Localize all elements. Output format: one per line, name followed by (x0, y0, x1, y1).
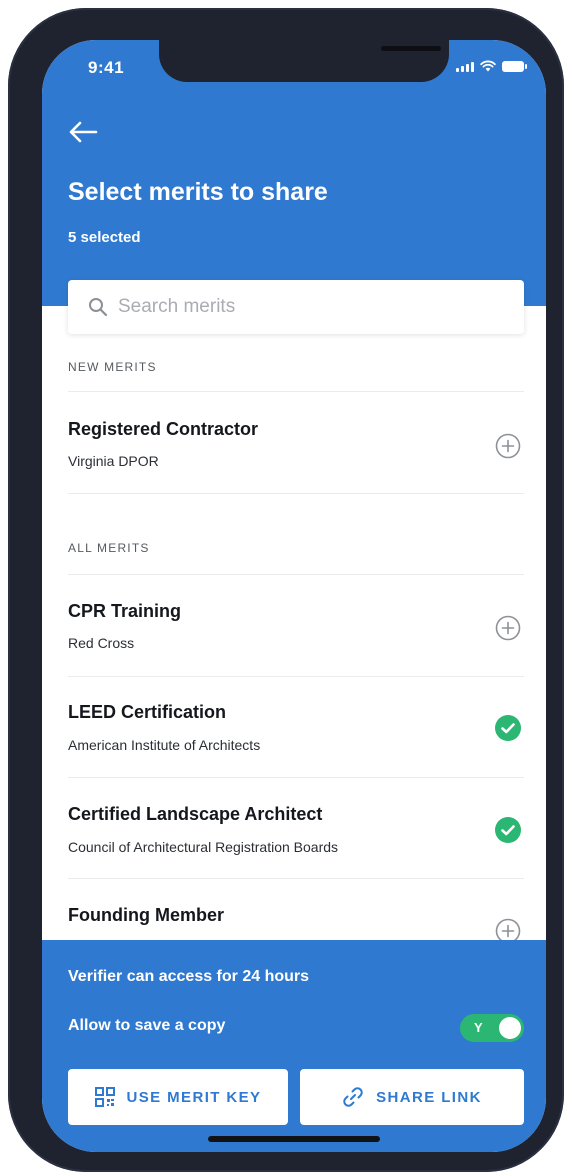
merit-title: LEED Certification (68, 702, 227, 722)
divider (68, 574, 524, 575)
link-icon (343, 1087, 363, 1107)
share-link-button[interactable]: SHARE LINK (300, 1069, 524, 1125)
back-button[interactable] (68, 120, 104, 150)
use-merit-key-button[interactable]: USE MERIT KEY (68, 1069, 288, 1125)
divider (68, 676, 524, 677)
app-screen: 9:41 Select merits to share 5 selected S… (42, 40, 546, 1152)
page-title: Select merits to share (68, 178, 328, 206)
share-link-label: SHARE LINK (376, 1088, 482, 1106)
divider (68, 391, 524, 392)
arrow-left-icon (69, 121, 98, 143)
merit-issuer: American Institute of Architects (68, 737, 261, 753)
merit-issuer: Council of Architectural Registration Bo… (68, 839, 339, 855)
phone-frame: 9:41 Select merits to share 5 selected S… (8, 8, 564, 1172)
home-indicator[interactable] (208, 1136, 380, 1142)
check-circle-icon[interactable] (495, 715, 521, 741)
section-label-new: NEW MERITS (68, 360, 157, 374)
section-label-all: ALL MERITS (68, 541, 150, 555)
divider (68, 777, 524, 778)
device-notch (159, 40, 449, 82)
search-bar[interactable] (68, 280, 524, 334)
divider (68, 493, 524, 494)
merit-title: Certified Landscape Architect (68, 804, 323, 824)
merit-title: Registered Contractor (68, 419, 259, 439)
merit-issuer: Virginia DPOR (68, 453, 159, 469)
speaker-grille (381, 46, 441, 51)
save-copy-toggle[interactable]: Y (460, 1014, 524, 1042)
merit-title: CPR Training (68, 601, 182, 621)
signal-icon (456, 62, 474, 72)
check-circle-icon[interactable] (495, 817, 521, 843)
toggle-state-label: Y (474, 1020, 483, 1035)
toggle-knob (499, 1017, 521, 1039)
battery-icon (502, 61, 527, 72)
merit-issuer: Red Cross (68, 635, 135, 651)
save-copy-label: Allow to save a copy (68, 1017, 226, 1034)
merit-title: Founding Member (68, 905, 224, 925)
status-icons (456, 60, 527, 72)
use-merit-key-label: USE MERIT KEY (126, 1088, 262, 1106)
selected-count: 5 selected (68, 229, 141, 246)
plus-circle-icon[interactable] (495, 615, 521, 641)
qr-code-icon (94, 1087, 115, 1107)
divider (68, 878, 524, 879)
access-duration-text: Verifier can access for 24 hours (68, 968, 310, 985)
status-time: 9:41 (88, 58, 125, 77)
wifi-icon (480, 60, 496, 72)
share-options-panel: Verifier can access for 24 hours Allow t… (42, 940, 546, 1152)
plus-circle-icon[interactable] (495, 433, 521, 459)
search-icon (89, 298, 108, 317)
search-input[interactable] (118, 296, 498, 318)
